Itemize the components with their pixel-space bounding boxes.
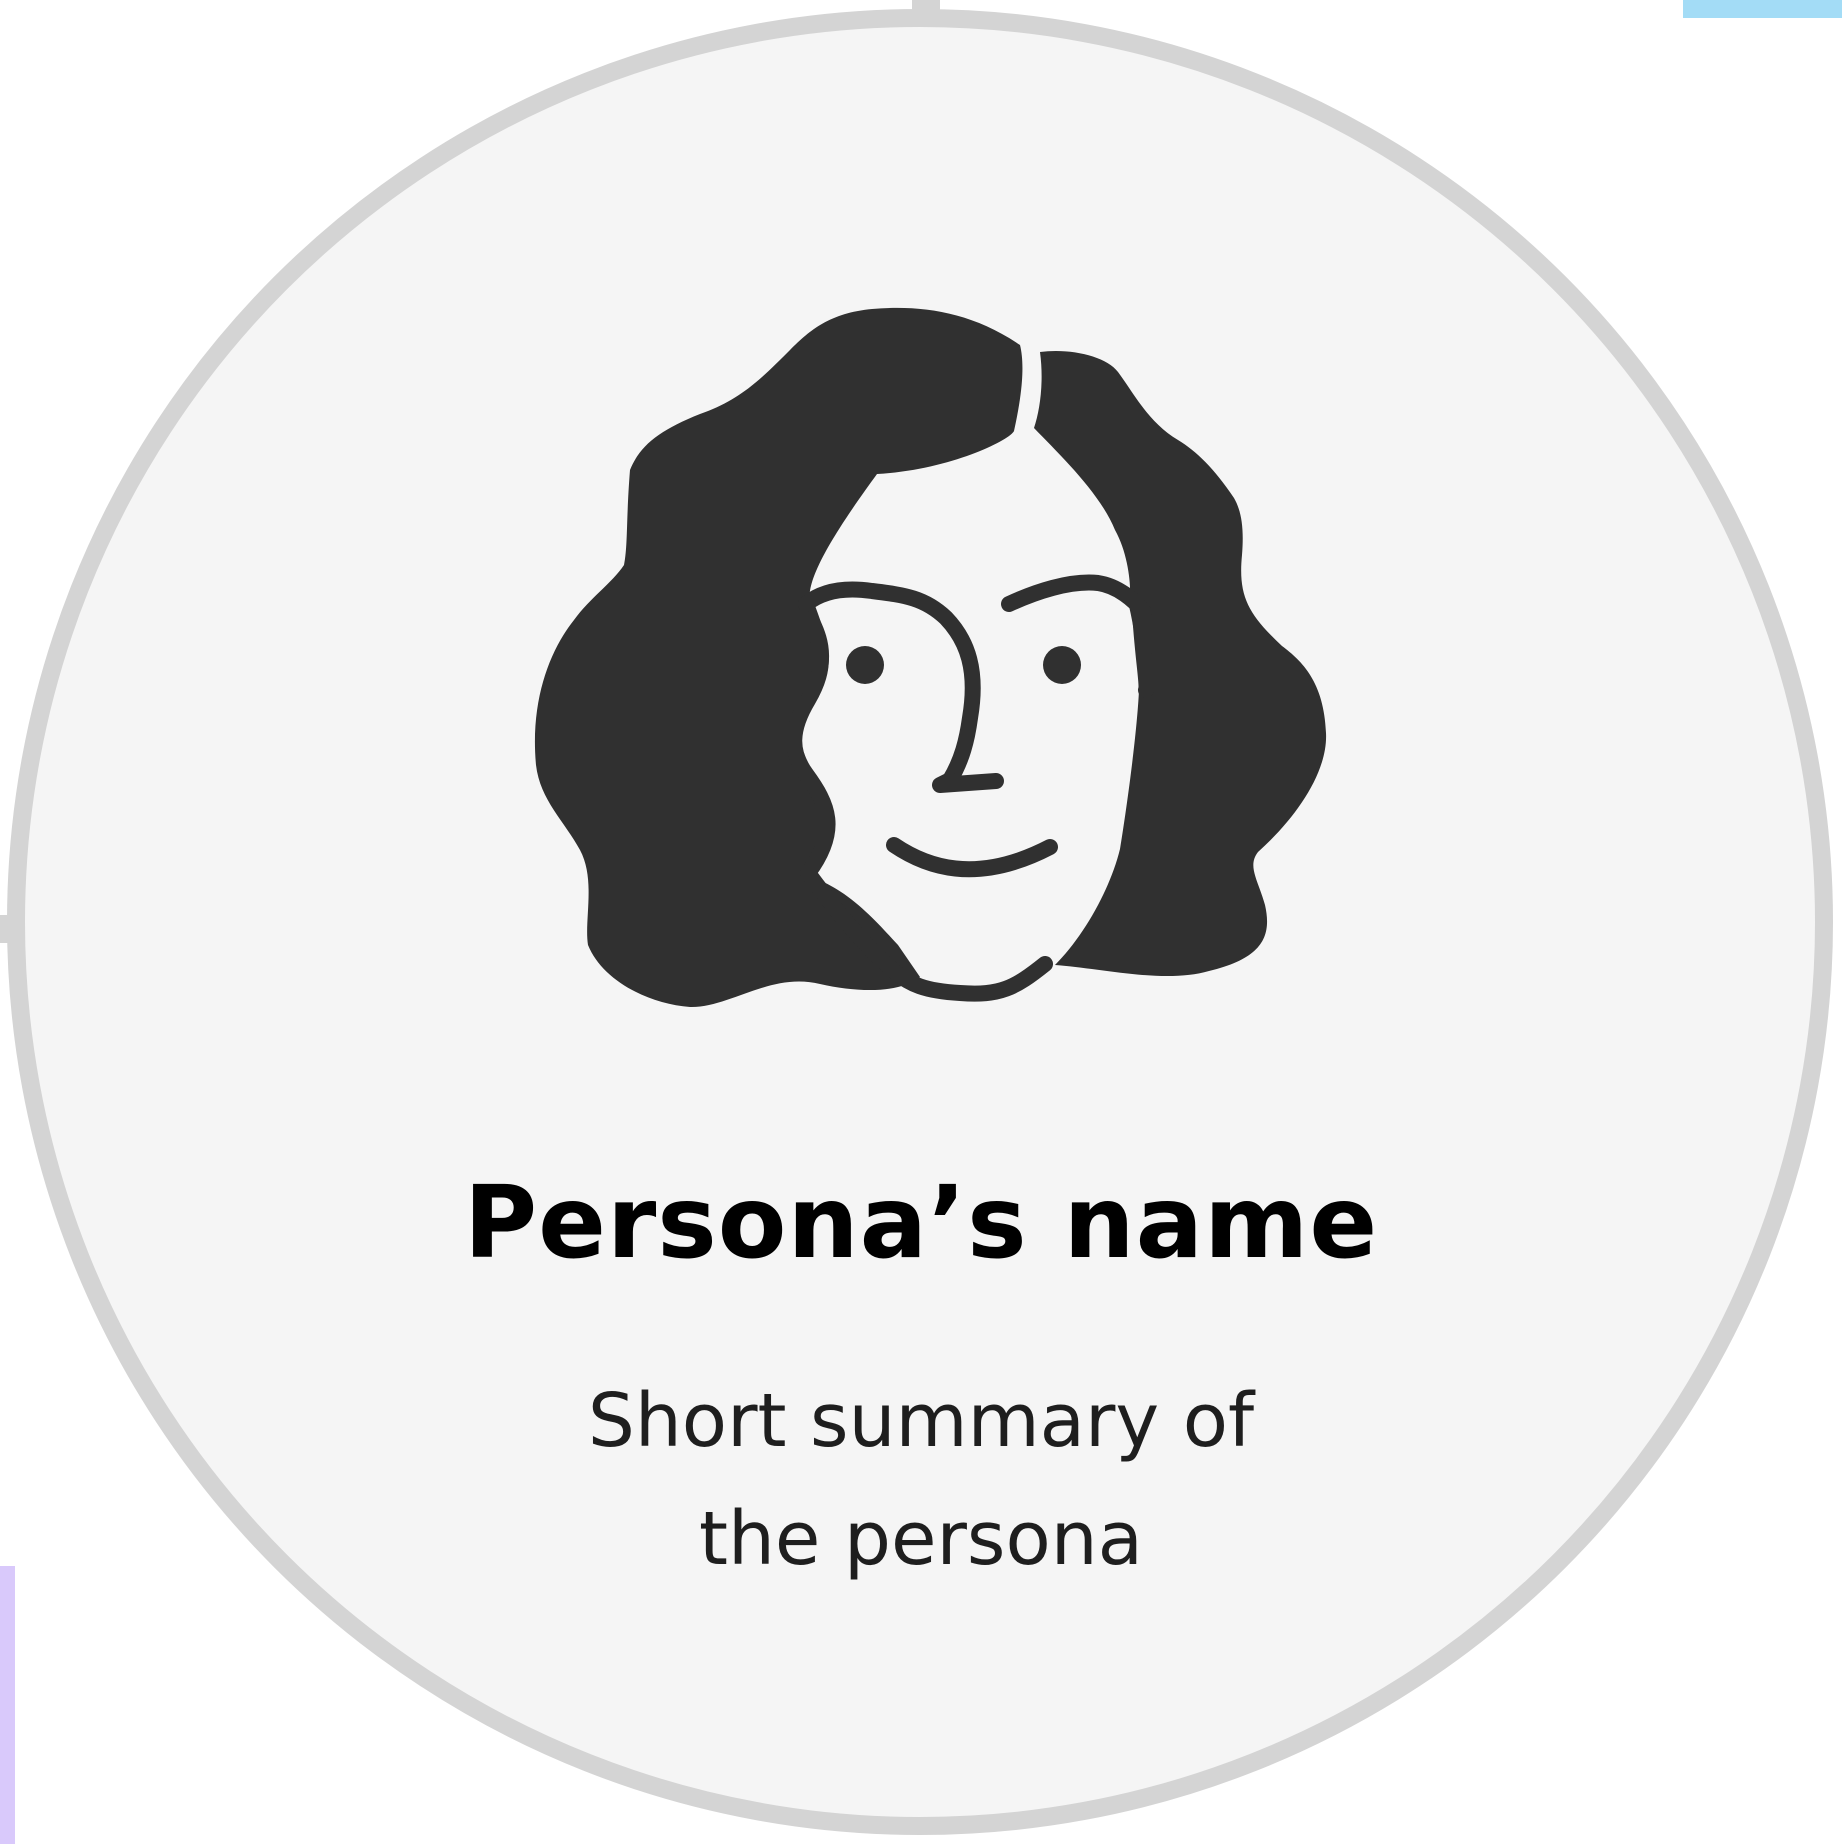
accent-purple-tab [0,1566,15,1844]
left-eye [846,646,884,684]
face-outline-right [1132,604,1155,698]
persona-summary[interactable]: Short summary of the persona [521,1362,1321,1598]
connector-handle-left[interactable] [0,915,14,943]
nose [932,772,1004,793]
persona-name[interactable]: Persona’s name [0,1168,1842,1278]
hair-shape [534,307,1023,1008]
persona-card-canvas: Persona’s name Short summary of the pers… [0,0,1842,1844]
accent-blue-tab [1683,0,1842,18]
connector-handle-top[interactable] [912,0,940,14]
right-eye [1043,646,1081,684]
mouth [886,837,1058,878]
left-eyebrow [798,581,981,788]
woman-face-icon [534,307,1327,1008]
right-eyebrow [1001,574,1152,620]
